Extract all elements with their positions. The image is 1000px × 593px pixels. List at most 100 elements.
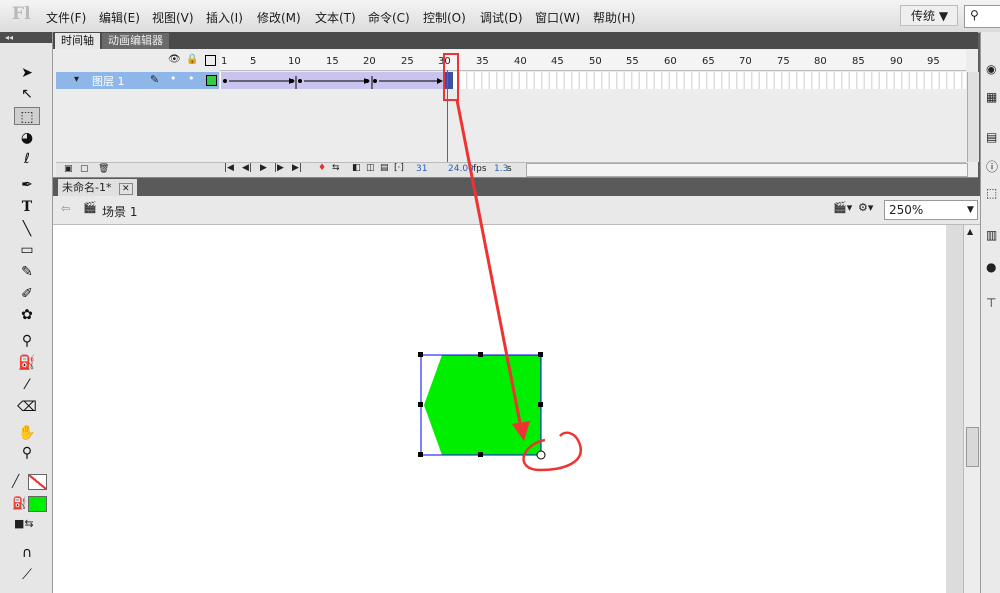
- modify-markers-icon[interactable]: [·]: [394, 163, 404, 173]
- transform-handle[interactable]: [538, 352, 543, 357]
- tools-panel-collapse[interactable]: ◂◂: [0, 32, 52, 43]
- paint-bucket-tool-icon[interactable]: ⛽: [14, 354, 40, 372]
- transform-handle[interactable]: [478, 352, 483, 357]
- onion-skin-icon[interactable]: ◧: [352, 163, 361, 173]
- next-frame-icon[interactable]: |▶: [274, 163, 284, 173]
- playhead[interactable]: [447, 70, 448, 176]
- edit-symbols-icon[interactable]: ⚙▾: [858, 201, 873, 214]
- menu-control[interactable]: 控制(O): [423, 9, 466, 26]
- color-panel-icon[interactable]: ◉: [986, 62, 996, 76]
- transform-handle[interactable]: [418, 352, 423, 357]
- tab-timeline[interactable]: 时间轴: [55, 33, 100, 49]
- menu-text[interactable]: 文本(T): [315, 9, 356, 26]
- menu-window[interactable]: 窗口(W): [535, 9, 580, 26]
- line-tool-icon[interactable]: ╲: [14, 220, 40, 238]
- new-folder-icon[interactable]: ▢: [80, 164, 89, 174]
- workspace-switcher[interactable]: 传统 ▼: [900, 5, 958, 26]
- back-arrow-icon[interactable]: ⇦: [61, 202, 70, 215]
- properties-panel-icon[interactable]: ⊤: [986, 296, 996, 310]
- menu-commands[interactable]: 命令(C): [368, 9, 410, 26]
- lasso-tool-icon[interactable]: ℓ: [14, 150, 40, 168]
- eyedropper-tool-icon[interactable]: ⁄: [14, 376, 40, 394]
- zoom-tool-icon[interactable]: ⚲: [14, 444, 40, 462]
- center-frame-icon[interactable]: ♦: [318, 163, 326, 173]
- transform-handle[interactable]: [538, 402, 543, 407]
- hand-tool-icon[interactable]: ✋: [14, 424, 40, 442]
- brush-tool-icon[interactable]: ✐: [14, 285, 40, 303]
- menu-edit[interactable]: 编辑(E): [99, 9, 140, 26]
- document-tab-bar: [53, 178, 1000, 196]
- motion-tween-span[interactable]: [221, 72, 445, 89]
- eye-icon[interactable]: 👁: [168, 54, 181, 65]
- pencil-icon[interactable]: ✎: [150, 73, 159, 86]
- fill-color-swatch[interactable]: [28, 496, 47, 512]
- 3d-rotation-tool-icon[interactable]: ◕: [14, 129, 40, 147]
- timeline-hscrollbar[interactable]: [526, 163, 968, 177]
- timeline-vscrollbar[interactable]: [967, 72, 979, 162]
- edit-multiple-icon[interactable]: ▤: [380, 163, 389, 173]
- scroll-thumb[interactable]: [966, 427, 979, 467]
- transform-panel-icon[interactable]: ⬚: [986, 186, 997, 200]
- menu-view[interactable]: 视图(V): [152, 9, 194, 26]
- rectangle-tool-icon[interactable]: ▭: [14, 241, 40, 259]
- menu-help[interactable]: 帮助(H): [593, 9, 635, 26]
- pencil-tool-icon[interactable]: ✎: [14, 263, 40, 281]
- text-tool-icon[interactable]: T: [14, 198, 40, 216]
- menu-file[interactable]: 文件(F): [46, 9, 86, 26]
- new-layer-icon[interactable]: ▣: [64, 164, 73, 174]
- free-transform-tool-icon[interactable]: ⬚: [14, 107, 40, 125]
- menu-debug[interactable]: 调试(D): [480, 9, 523, 26]
- lock-dot[interactable]: •: [188, 72, 195, 85]
- zoom-select[interactable]: 250% ▼: [884, 200, 978, 220]
- pen-tool-icon[interactable]: ✒: [14, 176, 40, 194]
- transform-handle[interactable]: [418, 402, 423, 407]
- components-panel-icon[interactable]: ●: [986, 260, 996, 274]
- snap-to-objects-icon[interactable]: ∩: [14, 544, 40, 562]
- info-panel-icon[interactable]: ⓘ: [986, 158, 998, 175]
- lock-icon[interactable]: 🔒: [186, 54, 198, 65]
- scroll-up-icon[interactable]: ▲: [967, 227, 973, 236]
- tab-motion-editor[interactable]: 动画编辑器: [102, 33, 169, 49]
- current-frame[interactable]: 31: [416, 164, 427, 174]
- scene-label[interactable]: 场景 1: [102, 203, 137, 220]
- stroke-color-icon[interactable]: ╱: [12, 474, 19, 488]
- menu-modify[interactable]: 修改(M): [257, 9, 301, 26]
- transform-handle[interactable]: [418, 452, 423, 457]
- close-icon[interactable]: ✕: [118, 183, 133, 195]
- visibility-dot[interactable]: •: [170, 72, 177, 85]
- fill-color-icon[interactable]: ⛽: [12, 496, 27, 510]
- align-panel-icon[interactable]: ▤: [986, 130, 997, 144]
- layer-outline-color[interactable]: [206, 75, 217, 86]
- prev-frame-icon[interactable]: ◀|: [242, 163, 252, 173]
- frame-rate-unit: fps: [473, 164, 487, 174]
- outline-icon[interactable]: [205, 55, 216, 66]
- layer-icon: ▾: [74, 74, 80, 85]
- delete-layer-icon[interactable]: 🗑: [98, 164, 109, 174]
- smooth-icon[interactable]: ⟋: [14, 566, 40, 584]
- selection-tool-icon[interactable]: ➤: [14, 64, 40, 82]
- shape-selection[interactable]: [410, 345, 590, 475]
- last-frame-icon[interactable]: ▶|: [292, 163, 302, 173]
- swap-colors-icon[interactable]: ■⇆: [14, 517, 34, 530]
- loop-icon[interactable]: ⇆: [332, 163, 340, 173]
- frame-rate[interactable]: 24.00: [448, 164, 474, 174]
- transform-handle-corner[interactable]: [536, 450, 546, 460]
- play-icon[interactable]: ▶: [260, 163, 267, 173]
- help-search-input[interactable]: ⚲: [964, 5, 1000, 28]
- transform-handle[interactable]: [478, 452, 483, 457]
- layer-row[interactable]: ▾ 图层 1 ✎ • •: [56, 72, 219, 89]
- deco-tool-icon[interactable]: ✿: [14, 306, 40, 324]
- library-panel-icon[interactable]: ▥: [986, 228, 997, 242]
- first-frame-icon[interactable]: |◀: [224, 163, 234, 173]
- subselection-tool-icon[interactable]: ↖: [14, 85, 40, 103]
- stroke-color-swatch[interactable]: [28, 474, 47, 490]
- bone-tool-icon[interactable]: ⚲: [14, 332, 40, 350]
- stage-vscrollbar[interactable]: ▲: [963, 225, 980, 593]
- edit-scene-icon[interactable]: 🎬▾: [833, 201, 852, 214]
- document-tab[interactable]: 未命名-1* ✕: [58, 179, 137, 196]
- green-shape[interactable]: [424, 355, 541, 455]
- eraser-tool-icon[interactable]: ⌫: [14, 398, 40, 416]
- onion-outline-icon[interactable]: ◫: [366, 163, 375, 173]
- swatches-panel-icon[interactable]: ▦: [986, 90, 997, 104]
- menu-insert[interactable]: 插入(I): [206, 9, 243, 26]
